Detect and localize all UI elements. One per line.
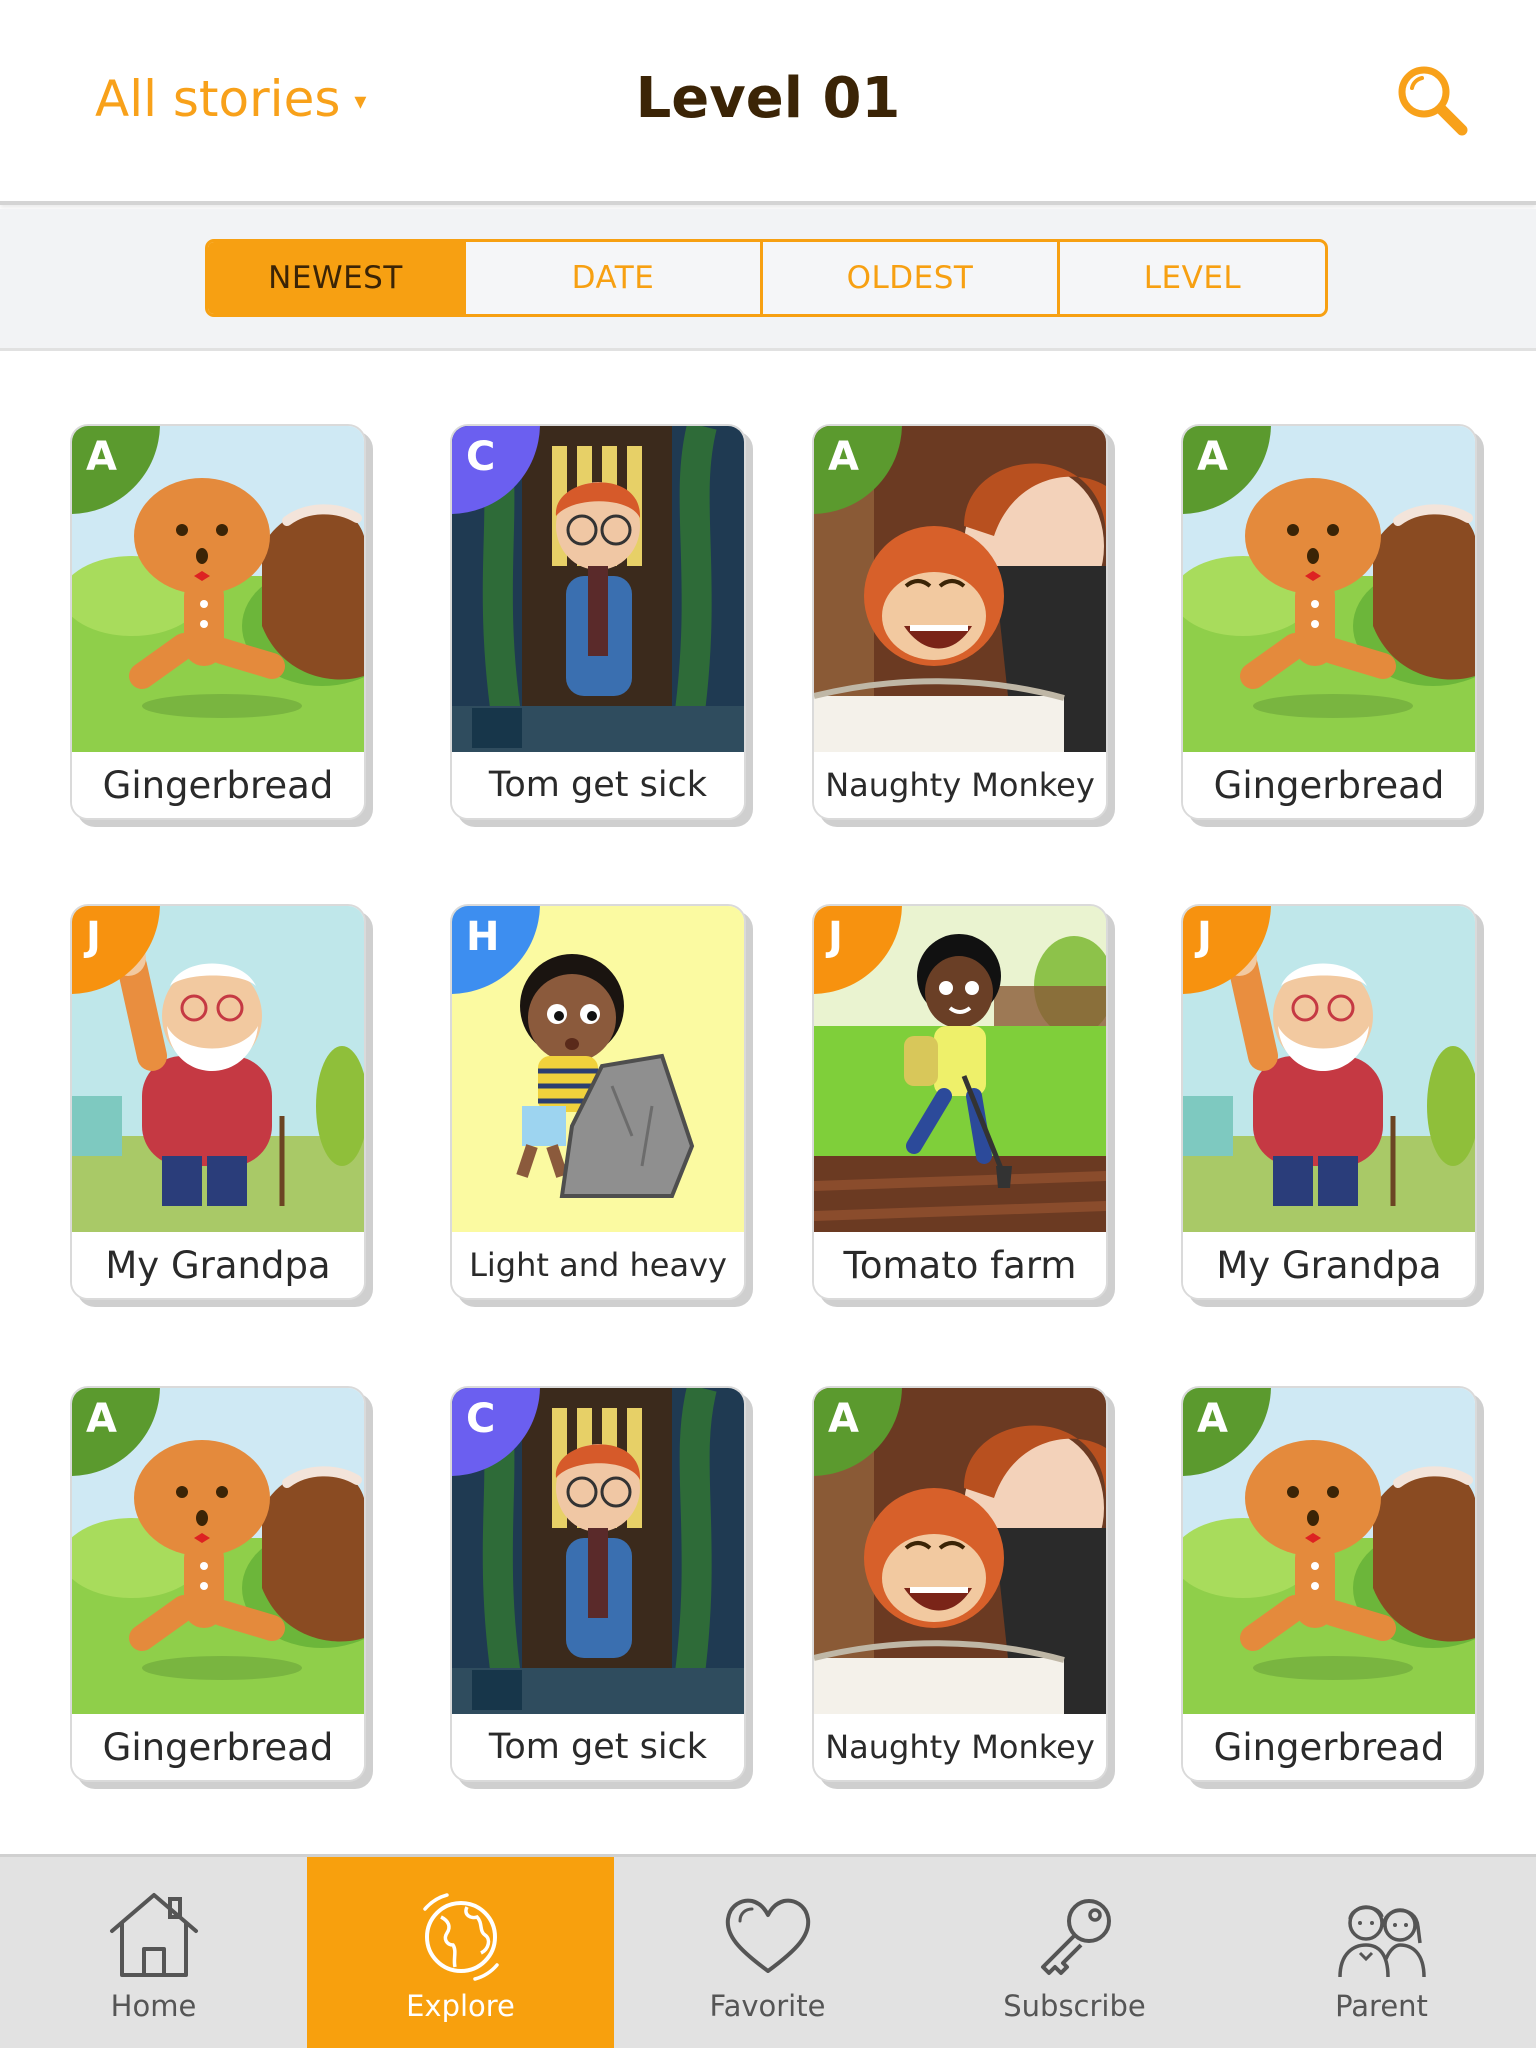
- story-card[interactable]: C Tom get sick: [450, 424, 746, 820]
- level-badge-letter: J: [1197, 914, 1212, 960]
- app-header: All stories ▾ Level 01: [0, 0, 1536, 205]
- level-badge-letter: A: [828, 1396, 859, 1442]
- nav-subscribe-label: Subscribe: [1003, 1989, 1146, 2023]
- nav-home-label: Home: [110, 1989, 197, 2023]
- level-badge-letter: A: [86, 434, 117, 480]
- globe-icon: [422, 1893, 499, 1981]
- story-title: Naughty Monkey: [814, 1714, 1106, 1780]
- level-badge-letter: A: [828, 434, 859, 480]
- sort-tab-date[interactable]: DATE: [466, 242, 763, 314]
- key-icon: [1040, 1899, 1111, 1975]
- story-card[interactable]: A Naughty Monkey: [812, 1386, 1108, 1782]
- sort-tab-newest[interactable]: NEWEST: [208, 242, 466, 314]
- story-card[interactable]: A Gingerbread: [1181, 424, 1477, 820]
- story-title: My Grandpa: [72, 1232, 364, 1298]
- home-icon: [109, 1893, 198, 1977]
- story-card[interactable]: C Tom get sick: [450, 1386, 746, 1782]
- story-card[interactable]: J My Grandpa: [70, 904, 366, 1300]
- nav-favorite[interactable]: Favorite: [614, 1857, 921, 2048]
- level-badge-letter: H: [466, 914, 500, 960]
- level-badge-letter: C: [466, 1396, 496, 1442]
- story-card[interactable]: J Tomato farm: [812, 904, 1108, 1300]
- story-card[interactable]: H Light and heavy: [450, 904, 746, 1300]
- search-icon[interactable]: [1394, 62, 1470, 138]
- nav-favorite-label: Favorite: [709, 1989, 826, 2023]
- parents-icon: [1337, 1905, 1426, 1978]
- story-card[interactable]: A Gingerbread: [1181, 1386, 1477, 1782]
- story-title: Gingerbread: [1183, 752, 1475, 818]
- level-badge-letter: A: [1197, 434, 1228, 480]
- story-title: Gingerbread: [1183, 1714, 1475, 1780]
- sort-bar: NEWEST DATE OLDEST LEVEL: [0, 209, 1536, 351]
- story-title: Gingerbread: [72, 752, 364, 818]
- level-badge-letter: J: [86, 914, 101, 960]
- story-title: Gingerbread: [72, 1714, 364, 1780]
- level-badge-letter: J: [828, 914, 843, 960]
- nav-parent-label: Parent: [1335, 1989, 1428, 2023]
- level-badge-letter: C: [466, 434, 496, 480]
- story-card[interactable]: A Gingerbread: [70, 1386, 366, 1782]
- story-card[interactable]: A Gingerbread: [70, 424, 366, 820]
- story-title: Light and heavy: [452, 1232, 744, 1298]
- story-title: Tom get sick: [452, 752, 744, 818]
- story-card[interactable]: A Naughty Monkey: [812, 424, 1108, 820]
- nav-explore[interactable]: Explore: [307, 1857, 614, 2048]
- story-title: Naughty Monkey: [814, 752, 1106, 818]
- heart-icon: [725, 1898, 810, 1973]
- story-title: My Grandpa: [1183, 1232, 1475, 1298]
- nav-home[interactable]: Home: [0, 1857, 307, 2048]
- level-badge-letter: A: [1197, 1396, 1228, 1442]
- sort-tab-oldest[interactable]: OLDEST: [763, 242, 1060, 314]
- bottom-navigation: Home Explore Favorite Subscribe Parent: [0, 1854, 1536, 2048]
- page-title: Level 01: [635, 66, 901, 131]
- story-title: Tomato farm: [814, 1232, 1106, 1298]
- sort-segmented-control: NEWEST DATE OLDEST LEVEL: [205, 239, 1328, 317]
- story-card[interactable]: J My Grandpa: [1181, 904, 1477, 1300]
- story-title: Tom get sick: [452, 1714, 744, 1780]
- nav-parent[interactable]: Parent: [1228, 1857, 1535, 2048]
- level-badge-letter: A: [86, 1396, 117, 1442]
- nav-subscribe[interactable]: Subscribe: [921, 1857, 1228, 2048]
- sort-tab-level[interactable]: LEVEL: [1060, 242, 1325, 314]
- nav-explore-label: Explore: [406, 1989, 515, 2023]
